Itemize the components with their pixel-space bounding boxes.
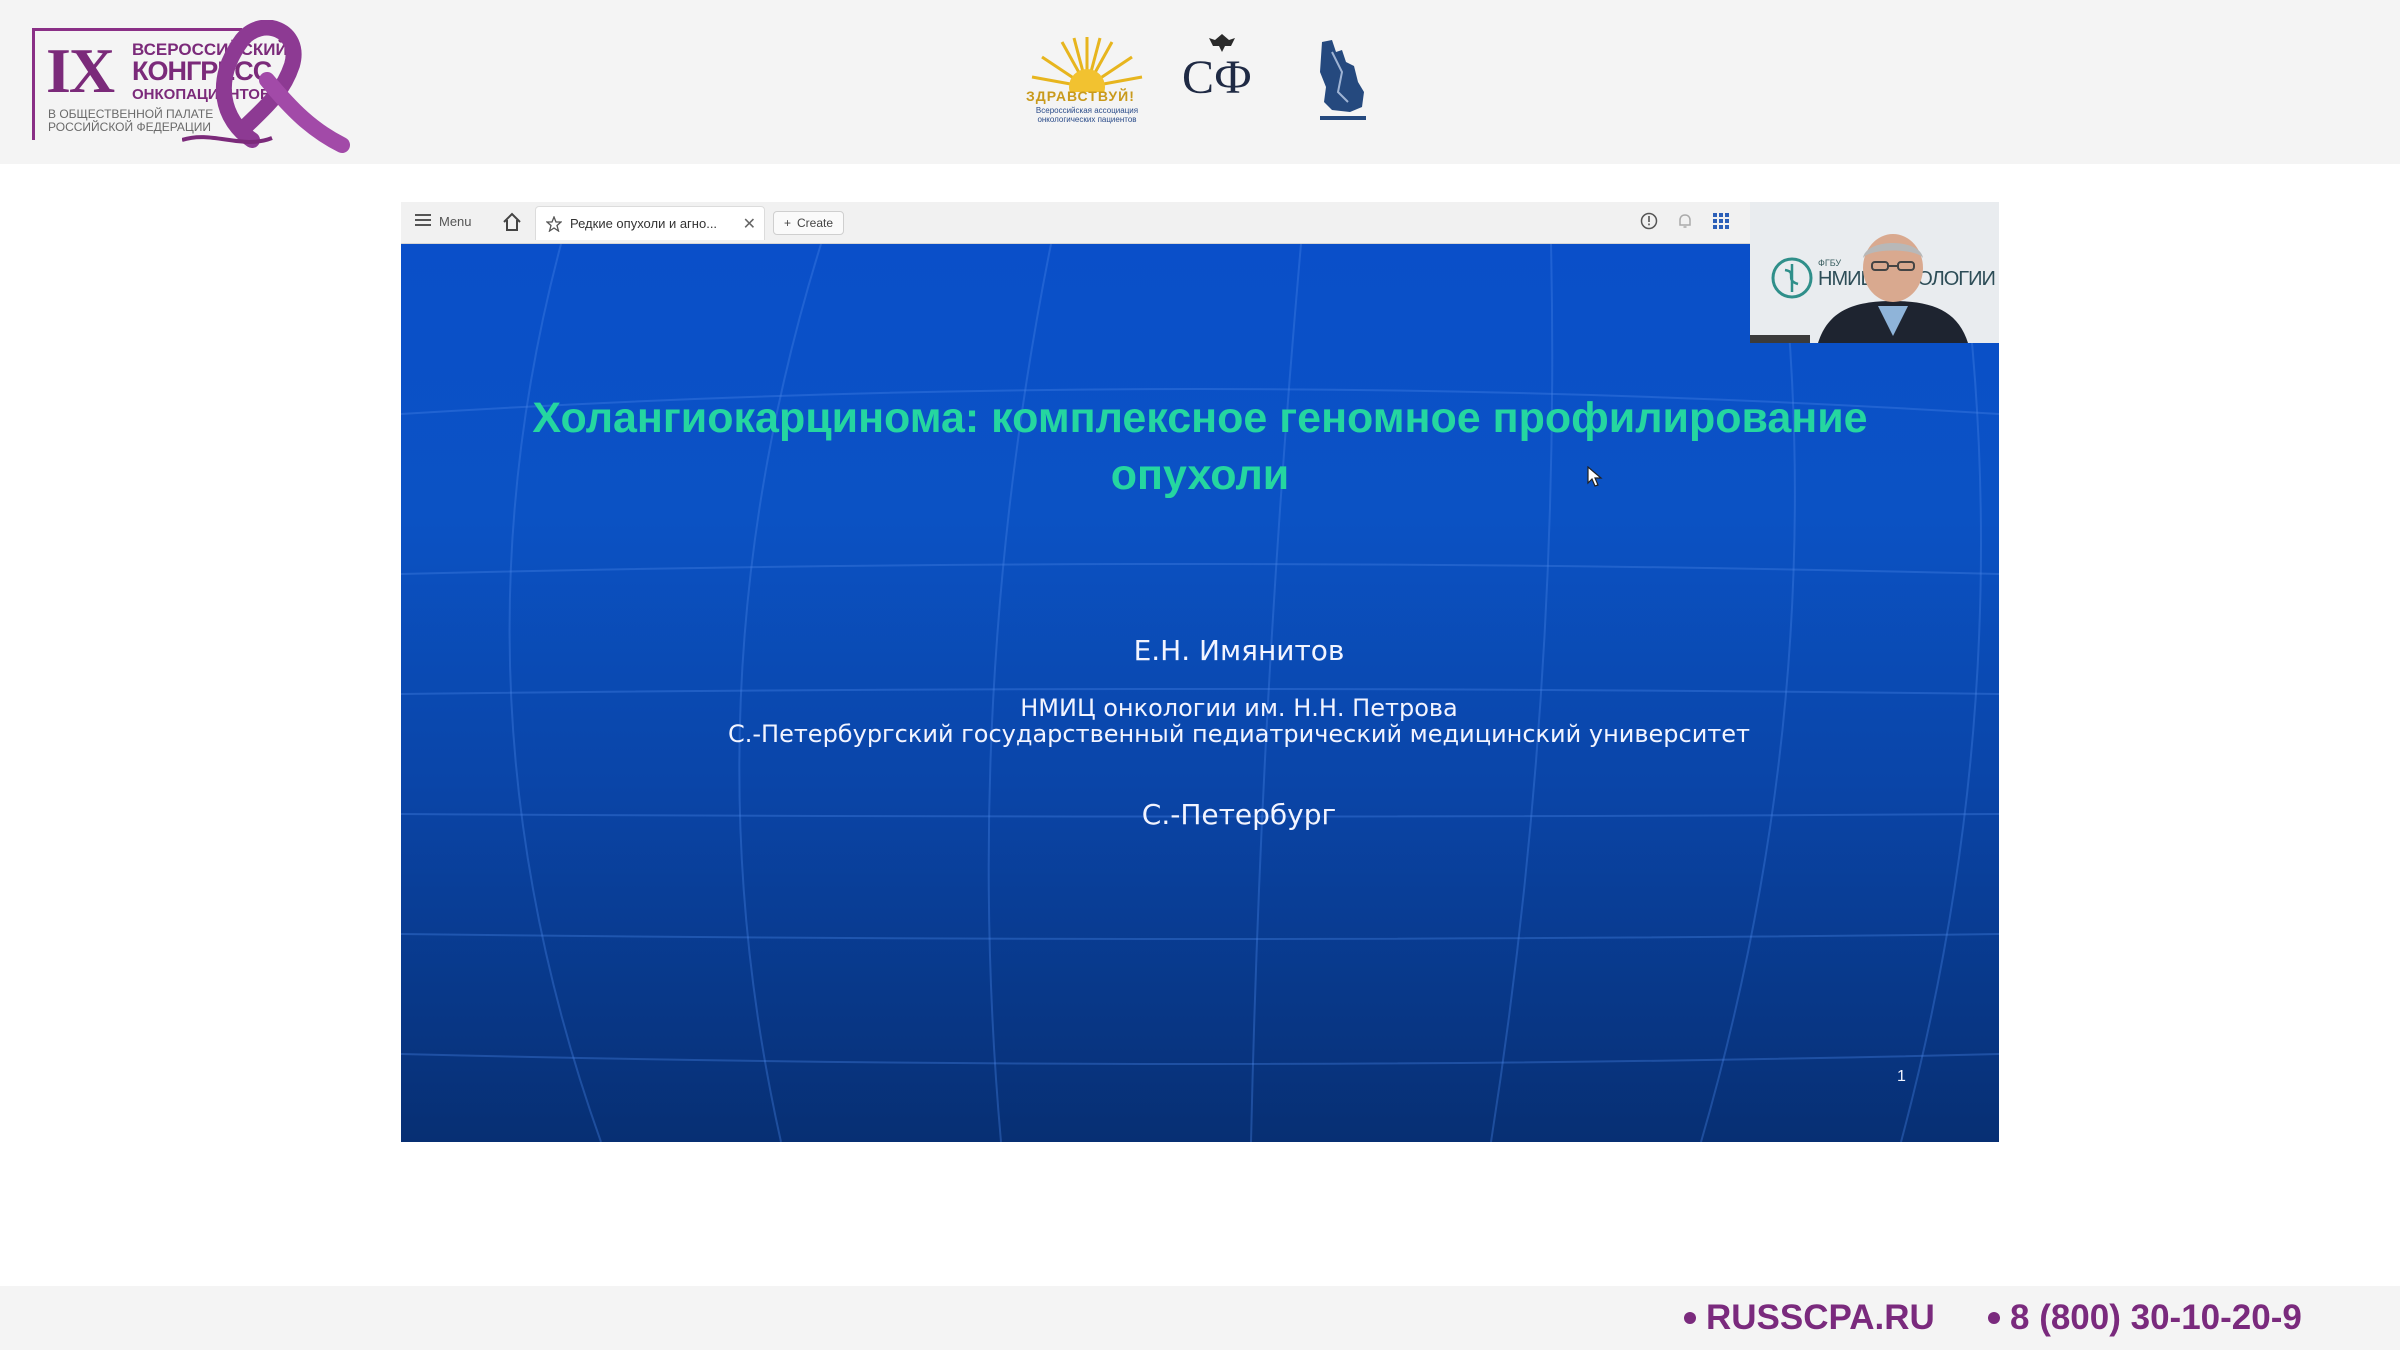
home-icon bbox=[503, 212, 521, 231]
info-icon[interactable] bbox=[1640, 212, 1658, 230]
ribbon-icon bbox=[182, 20, 350, 153]
public-chamber-logo bbox=[1302, 32, 1382, 132]
footer: RUSSCPA.RU 8 (800) 30-10-20-9 bbox=[0, 1286, 2400, 1350]
sf-text: СФ bbox=[1182, 51, 1252, 104]
bullet-icon bbox=[1684, 1312, 1696, 1324]
footer-website-text: RUSSCPA.RU bbox=[1706, 1298, 1935, 1337]
footer-phone-text: 8 (800) 30-10-20-9 bbox=[2010, 1298, 2302, 1337]
tab-title: Редкие опухоли и агно... bbox=[570, 216, 718, 231]
slide-title: Холангиокарцинома: комплексное геномное … bbox=[532, 394, 1868, 499]
monument-icon bbox=[1320, 40, 1366, 120]
toolbar-right-icons bbox=[1640, 212, 1730, 230]
slide-city: С.-Петербург bbox=[1141, 798, 1337, 831]
zdravstvui-text: ЗДРАВСТВУЙ! bbox=[1026, 88, 1135, 104]
sun-icon bbox=[1031, 37, 1143, 92]
footer-website[interactable]: RUSSCPA.RU bbox=[1684, 1298, 1935, 1338]
speaker-webcam: ФГБУ НМИЦ ОНКОЛОГИИ bbox=[1750, 202, 1999, 343]
congress-logo: IX ВСЕРОССИЙСКИЙ КОНГРЕСС ОНКОПАЦИЕНТОВ … bbox=[32, 20, 352, 162]
home-button[interactable] bbox=[501, 211, 523, 238]
bell-icon[interactable] bbox=[1676, 212, 1694, 230]
webcam-name-bar bbox=[1750, 335, 1810, 343]
top-banner: IX ВСЕРОССИЙСКИЙ КОНГРЕСС ОНКОПАЦИЕНТОВ … bbox=[0, 0, 2400, 164]
footer-phone[interactable]: 8 (800) 30-10-20-9 bbox=[1988, 1298, 2302, 1338]
tab-active[interactable]: Редкие опухоли и агно... ✕ bbox=[535, 206, 765, 240]
menu-button[interactable]: Menu bbox=[415, 213, 472, 230]
close-tab-icon[interactable]: ✕ bbox=[743, 214, 756, 234]
slide-page-number: 1 bbox=[1897, 1068, 1906, 1085]
star-icon[interactable] bbox=[546, 215, 562, 232]
create-button[interactable]: + Create bbox=[773, 211, 845, 235]
menu-label: Menu bbox=[439, 214, 472, 229]
congress-number: IX bbox=[46, 35, 115, 106]
plus-icon: + bbox=[784, 216, 792, 230]
apps-grid-icon[interactable] bbox=[1712, 212, 1730, 230]
bullet-icon bbox=[1988, 1312, 2000, 1324]
federation-council-logo: СФ bbox=[1182, 32, 1262, 132]
slide-affiliation-2: С.-Петербургский государственный педиатр… bbox=[727, 720, 1751, 748]
zdravstvui-logo: ЗДРАВСТВУЙ! Всероссийская ассоциация онк… bbox=[1022, 32, 1152, 132]
speaker-avatar bbox=[1818, 234, 1968, 343]
create-label: Create bbox=[797, 216, 834, 230]
mouse-cursor-icon bbox=[1587, 466, 1603, 487]
partner-logos: ЗДРАВСТВУЙ! Всероссийская ассоциация онк… bbox=[1022, 32, 1382, 142]
slide-author: Е.Н. Имянитов bbox=[1133, 634, 1345, 667]
slide-affiliation-1: НМИЦ онкологии им. Н.Н. Петрова bbox=[1020, 694, 1458, 722]
hamburger-icon bbox=[415, 213, 431, 230]
browser-toolbar: Menu Редкие опухоли и агно... ✕ + Create bbox=[401, 202, 1750, 244]
zdravstvui-subtitle: Всероссийская ассоциация онкологических … bbox=[1035, 106, 1139, 124]
slide-globe-background bbox=[401, 244, 1999, 1142]
presentation-slide: Холангиокарцинома: комплексное геномное … bbox=[401, 244, 1999, 1142]
